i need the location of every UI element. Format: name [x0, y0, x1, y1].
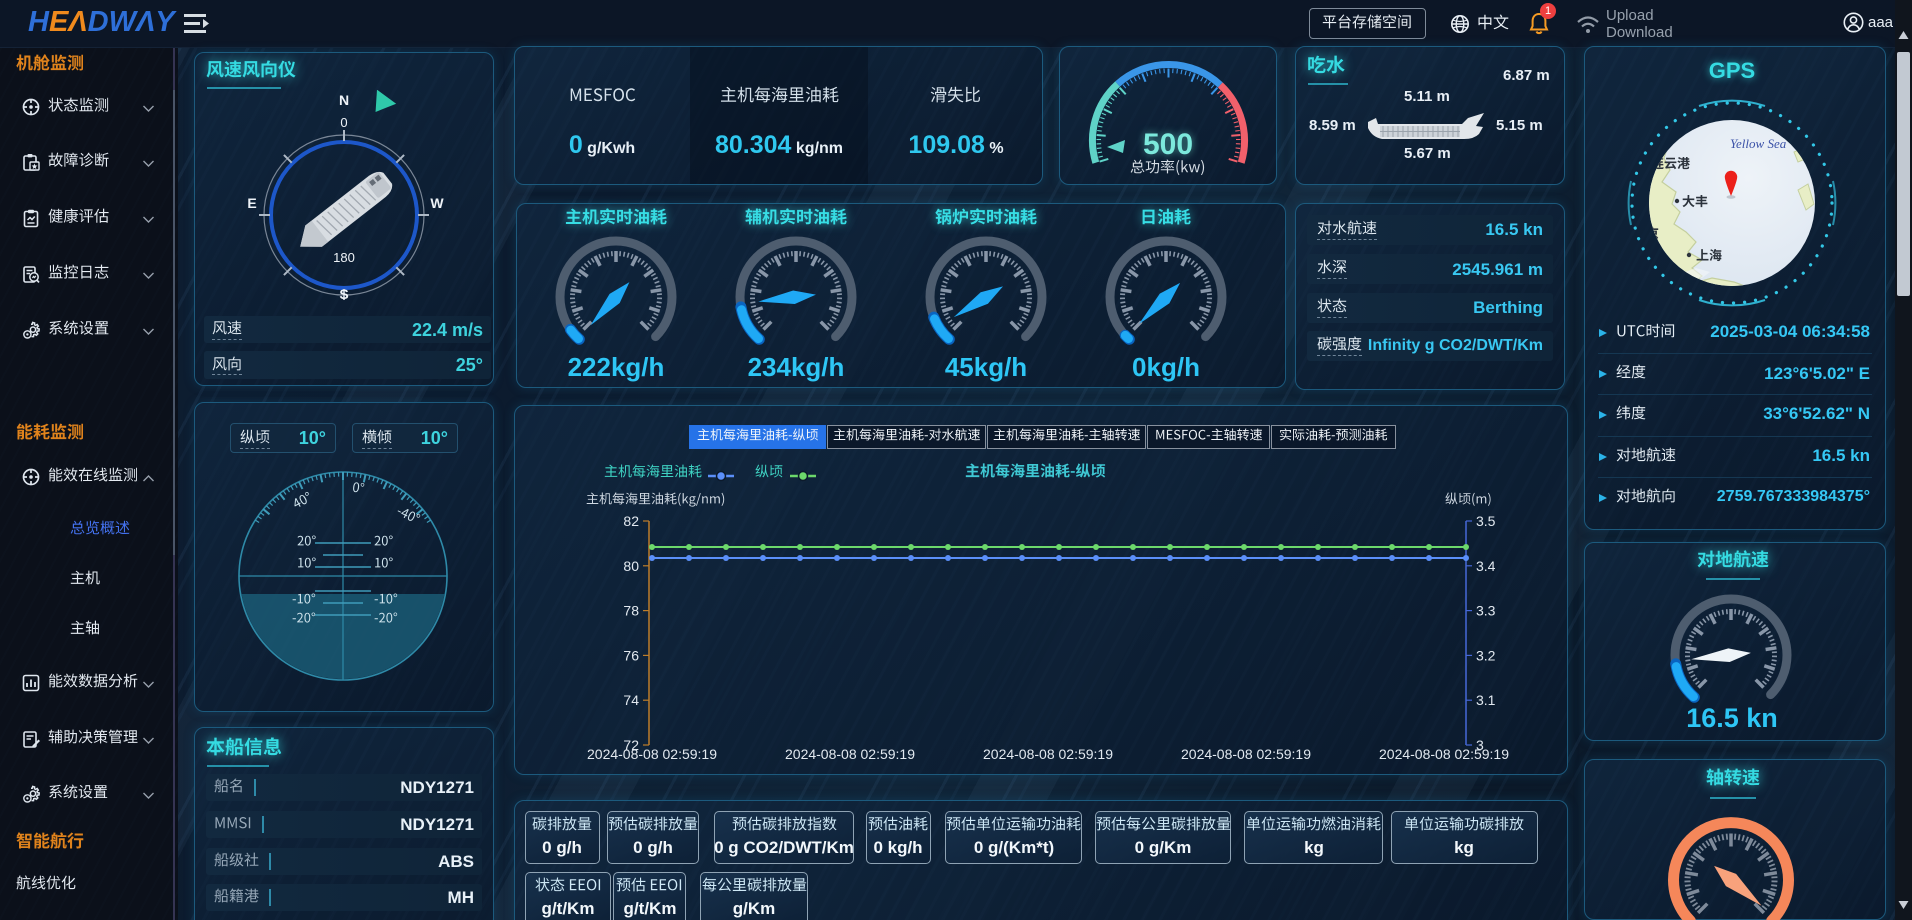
svg-text:3.3: 3.3: [1476, 603, 1496, 619]
svg-text:3.1: 3.1: [1476, 692, 1496, 708]
svg-text:74: 74: [623, 692, 639, 708]
svg-text:2024-08-08 02:59:19: 2024-08-08 02:59:19: [1379, 746, 1509, 762]
svg-text:Yellow Sea: Yellow Sea: [1730, 136, 1787, 151]
svg-text:3.2: 3.2: [1476, 647, 1496, 663]
svg-text:2024-08-08 02:59:19: 2024-08-08 02:59:19: [785, 746, 915, 762]
svg-text:2024-08-08 02:59:19: 2024-08-08 02:59:19: [587, 746, 717, 762]
svg-text:3.4: 3.4: [1476, 558, 1496, 574]
svg-text:2024-08-08 02:59:19: 2024-08-08 02:59:19: [983, 746, 1113, 762]
svg-text:3.5: 3.5: [1476, 513, 1496, 529]
svg-text:78: 78: [623, 603, 639, 619]
svg-text:2024-08-08 02:59:19: 2024-08-08 02:59:19: [1181, 746, 1311, 762]
svg-text:80: 80: [623, 558, 639, 574]
svg-text:82: 82: [623, 513, 639, 529]
svg-text:76: 76: [623, 647, 639, 663]
